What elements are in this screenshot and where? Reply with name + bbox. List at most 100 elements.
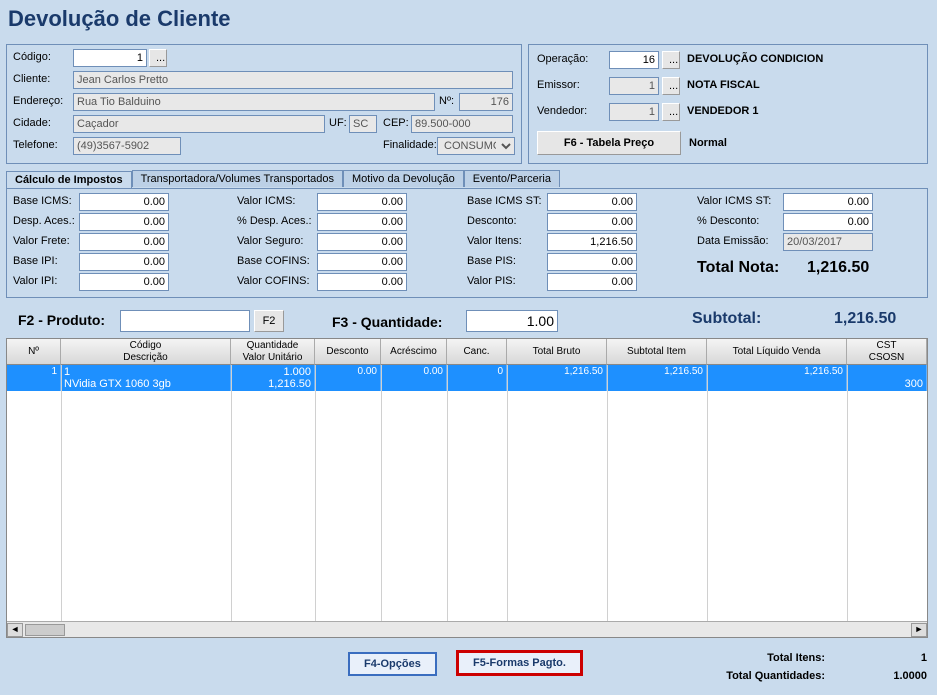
total-nota-value: 1,216.50	[807, 259, 869, 277]
th-canc[interactable]: Canc.	[447, 339, 507, 365]
th-acr[interactable]: Acréscimo	[381, 339, 447, 365]
base-pis-label: Base PIS:	[467, 255, 516, 267]
th-codigo[interactable]: Código Descrição	[61, 339, 231, 365]
vendedor-label: Vendedor:	[537, 105, 587, 117]
f3-quantidade-label: F3 - Quantidade:	[332, 314, 442, 330]
table-header: Nº Código Descrição Quantidade Valor Uni…	[7, 339, 927, 365]
scroll-right-button[interactable]: ►	[911, 623, 927, 637]
th-num[interactable]: Nº	[7, 339, 61, 365]
f5-formas-pagto-button[interactable]: F5-Formas Pagto.	[456, 650, 583, 676]
finalidade-label: Finalidade:	[383, 139, 437, 151]
base-icms-label: Base ICMS:	[13, 195, 72, 207]
cep-label: CEP:	[383, 117, 409, 129]
valor-itens-label: Valor Itens:	[467, 235, 522, 247]
uf-label: UF:	[329, 117, 347, 129]
pct-desp-label: % Desp. Aces.:	[237, 215, 312, 227]
valor-pis-field[interactable]	[547, 273, 637, 291]
footer-bar: F4-Opções F5-Formas Pagto. Total Itens: …	[0, 648, 937, 692]
base-pis-field[interactable]	[547, 253, 637, 271]
f3-quantidade-field[interactable]	[466, 310, 558, 332]
th-desc[interactable]: Desconto	[315, 339, 381, 365]
numero-field	[459, 93, 513, 111]
operacao-field[interactable]	[609, 51, 659, 69]
base-icms-field[interactable]	[79, 193, 169, 211]
data-emissao-field	[783, 233, 873, 251]
data-emissao-label: Data Emissão:	[697, 235, 769, 247]
th-qtd[interactable]: Quantidade Valor Unitário	[231, 339, 315, 365]
cliente-field	[73, 71, 513, 89]
finalidade-select[interactable]: CONSUMO	[437, 137, 515, 155]
cell-subitem: 1,216.50	[607, 365, 707, 391]
valor-frete-field[interactable]	[79, 233, 169, 251]
emissor-desc: NOTA FISCAL	[687, 79, 760, 91]
numero-label: Nº:	[439, 95, 454, 107]
total-nota-label: Total Nota:	[697, 259, 779, 277]
emissor-lookup-button[interactable]: ...	[662, 77, 680, 95]
cell-codigo: 1NVidia GTX 1060 3gb	[61, 365, 231, 391]
telefone-label: Telefone:	[13, 139, 58, 151]
total-qtd-value: 1.0000	[893, 670, 927, 682]
f2-button[interactable]: F2	[254, 310, 284, 332]
cell-bruto: 1,216.50	[507, 365, 607, 391]
tax-panel: Base ICMS: Desp. Aces.: Valor Frete: Bas…	[6, 188, 928, 298]
uf-field	[349, 115, 377, 133]
valor-itens-field[interactable]	[547, 233, 637, 251]
codigo-field[interactable]	[73, 49, 147, 67]
base-cofins-field[interactable]	[317, 253, 407, 271]
cliente-label: Cliente:	[13, 73, 50, 85]
vendedor-desc: VENDEDOR 1	[687, 105, 759, 117]
valor-icms-st2-field[interactable]	[783, 193, 873, 211]
valor-icms-label: Valor ICMS:	[237, 195, 295, 207]
tab-evento-parceria[interactable]: Evento/Parceria	[464, 170, 560, 187]
th-liquido[interactable]: Total Líquido Venda	[707, 339, 847, 365]
desp-aces-label: Desp. Aces.:	[13, 215, 75, 227]
emissor-label: Emissor:	[537, 79, 580, 91]
base-icms-st-field[interactable]	[547, 193, 637, 211]
valor-cofins-label: Valor COFINS:	[237, 275, 310, 287]
valor-seguro-field[interactable]	[317, 233, 407, 251]
valor-cofins-field[interactable]	[317, 273, 407, 291]
th-subitem[interactable]: Subtotal Item	[607, 339, 707, 365]
valor-frete-label: Valor Frete:	[13, 235, 70, 247]
desp-aces-field[interactable]	[79, 213, 169, 231]
f4-opcoes-button[interactable]: F4-Opções	[348, 652, 437, 676]
codigo-lookup-button[interactable]: ...	[149, 49, 167, 67]
pct-desp-field[interactable]	[317, 213, 407, 231]
cell-liquido: 1,216.50	[707, 365, 847, 391]
f6-tabela-preco-button[interactable]: F6 - Tabela Preço	[537, 131, 681, 155]
vendedor-lookup-button[interactable]: ...	[662, 103, 680, 121]
cell-desc: 0.00	[315, 365, 381, 391]
emissor-field	[609, 77, 659, 95]
horizontal-scrollbar[interactable]: ◄ ►	[7, 621, 927, 637]
pct-desconto-label: % Desconto:	[697, 215, 759, 227]
table-row[interactable]: 1 1NVidia GTX 1060 3gb 1.0001,216.50 0.0…	[7, 365, 927, 391]
pct-desconto-field[interactable]	[783, 213, 873, 231]
base-ipi-label: Base IPI:	[13, 255, 58, 267]
operacao-desc: DEVOLUÇÃO CONDICION	[687, 53, 823, 65]
base-cofins-label: Base COFINS:	[237, 255, 310, 267]
valor-ipi-label: Valor IPI:	[13, 275, 57, 287]
f2-produto-field[interactable]	[120, 310, 250, 332]
desconto-label: Desconto:	[467, 215, 517, 227]
tab-motivo-devolucao[interactable]: Motivo da Devolução	[343, 170, 464, 187]
subtotal-value: 1,216.50	[834, 310, 896, 328]
codigo-label: Código:	[13, 51, 51, 63]
scroll-left-button[interactable]: ◄	[7, 623, 23, 637]
valor-seguro-label: Valor Seguro:	[237, 235, 303, 247]
operacao-label: Operação:	[537, 53, 588, 65]
th-cst[interactable]: CST CSOSN	[847, 339, 927, 365]
valor-icms-field[interactable]	[317, 193, 407, 211]
desconto-field[interactable]	[547, 213, 637, 231]
th-bruto[interactable]: Total Bruto	[507, 339, 607, 365]
operacao-lookup-button[interactable]: ...	[662, 51, 680, 69]
items-table[interactable]: Nº Código Descrição Quantidade Valor Uni…	[6, 338, 928, 638]
f2-produto-label: F2 - Produto:	[18, 312, 105, 328]
valor-pis-label: Valor PIS:	[467, 275, 516, 287]
operation-panel: Operação: ... DEVOLUÇÃO CONDICION Emisso…	[528, 44, 928, 164]
cell-acr: 0.00	[381, 365, 447, 391]
base-ipi-field[interactable]	[79, 253, 169, 271]
valor-ipi-field[interactable]	[79, 273, 169, 291]
tab-calculo-impostos[interactable]: Cálculo de Impostos	[6, 171, 132, 188]
scroll-thumb[interactable]	[25, 624, 65, 636]
tab-transportadora[interactable]: Transportadora/Volumes Transportados	[132, 170, 343, 187]
